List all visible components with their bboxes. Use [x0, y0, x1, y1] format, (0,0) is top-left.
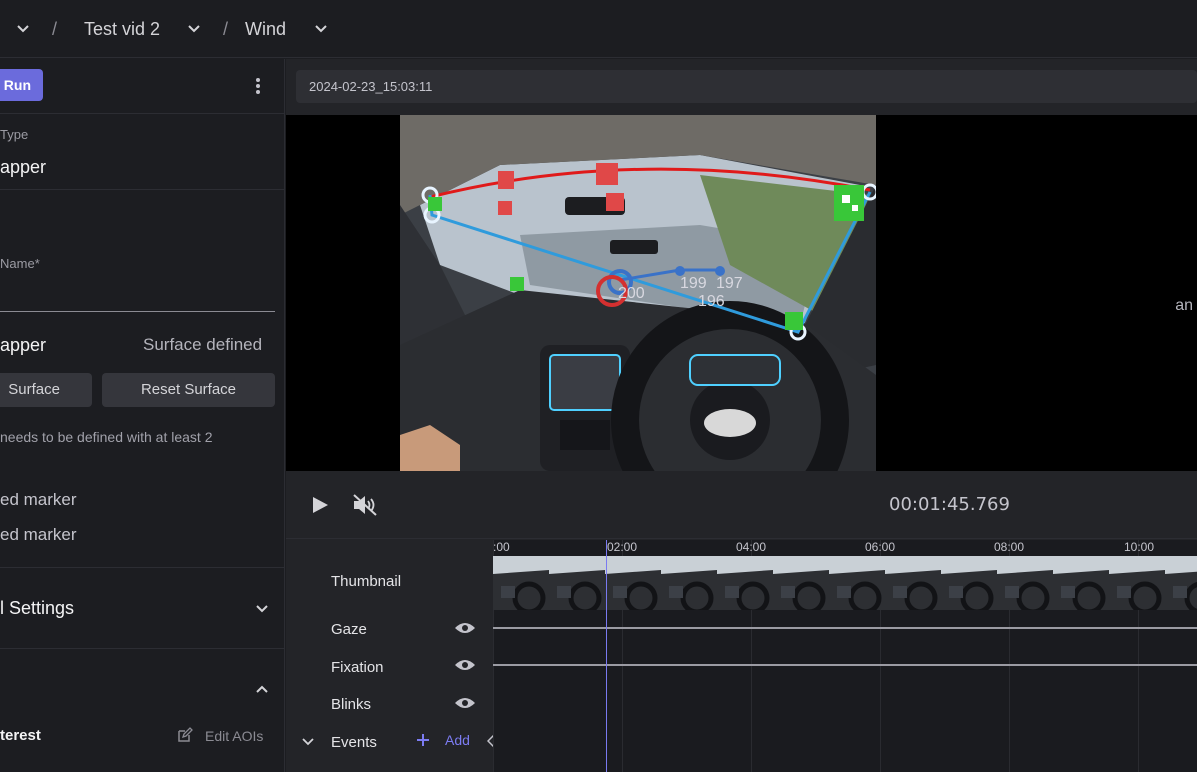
time-tick: 08:00 — [994, 540, 1025, 554]
timeline-area[interactable]: :00 02:00 04:00 06:00 08:00 10:00 — [493, 540, 1197, 772]
chevron-down-icon[interactable] — [302, 736, 314, 748]
thumbnail-frame — [661, 556, 717, 610]
chevron-down-icon[interactable] — [187, 22, 201, 36]
video-player[interactable]: 200 199 197 196 an — [286, 115, 1197, 471]
track-label-events: Events — [331, 734, 377, 751]
recording-timestamp: 2024-02-23_15:03:11 — [296, 70, 1197, 103]
timeline-tracks: Thumbnail Gaze Fixation Blinks Events Ad… — [286, 540, 1197, 772]
play-icon[interactable] — [310, 495, 330, 515]
edit-aois-button[interactable]: Edit AOIs — [205, 728, 263, 744]
fixation-id-label: 197 — [716, 275, 743, 292]
breadcrumb-item-enrichment[interactable]: Wind — [245, 19, 286, 40]
chevron-down-icon[interactable] — [314, 22, 328, 36]
reset-surface-button[interactable]: Reset Surface — [102, 373, 275, 407]
video-side-text: an — [1175, 297, 1193, 314]
thumbnail-frame — [549, 556, 605, 610]
divider — [0, 189, 285, 190]
divider — [0, 648, 285, 649]
thumbnail-frame — [773, 556, 829, 610]
fixation-id-label: 199 — [680, 275, 707, 292]
track-label-fixation: Fixation — [331, 659, 384, 676]
eye-icon[interactable] — [454, 621, 476, 635]
settings-section-title[interactable]: l Settings — [0, 598, 74, 619]
top-bar: / Test vid 2 / Wind — [0, 0, 1197, 58]
aoi-section-title: terest — [0, 727, 41, 744]
surface-status: Surface defined — [143, 335, 263, 354]
marker-line: ed marker — [0, 490, 77, 509]
thumbnail-frame — [885, 556, 941, 610]
time-tick: 04:00 — [736, 540, 767, 554]
thumbnail-frame — [1109, 556, 1165, 610]
time-tick: 02:00 — [607, 540, 638, 554]
fixation-id-label: 196 — [698, 293, 725, 310]
breadcrumb-separator: / — [52, 19, 58, 39]
mute-icon[interactable] — [352, 493, 378, 517]
type-label: Type — [0, 127, 29, 142]
time-tick: :00 — [493, 540, 510, 554]
enrichment-panel: Run Type apper Name* apper Surface defin… — [0, 59, 285, 772]
scene-video-frame: 200 199 197 196 — [400, 115, 876, 471]
breadcrumb-item-project[interactable]: Test vid 2 — [84, 19, 160, 40]
gaze-track-bar — [493, 627, 1197, 629]
breadcrumb-separator: / — [223, 19, 229, 39]
run-button[interactable]: Run — [0, 69, 43, 101]
plus-icon[interactable] — [416, 733, 430, 747]
eye-icon[interactable] — [454, 658, 476, 672]
thumbnail-frame — [605, 556, 661, 610]
edit-icon[interactable] — [177, 727, 193, 743]
eye-icon[interactable] — [454, 696, 476, 710]
chevron-down-icon[interactable] — [255, 602, 269, 616]
track-label-gaze: Gaze — [331, 621, 367, 638]
marker-line: ed marker — [0, 525, 77, 544]
thumbnail-frame — [1053, 556, 1109, 610]
add-event-button[interactable]: Add — [445, 732, 470, 748]
mapper-label: apper — [0, 335, 47, 355]
fixation-id-label: 200 — [618, 285, 645, 302]
chevron-down-icon[interactable] — [16, 22, 30, 36]
thumbnail-frame — [941, 556, 997, 610]
more-options-icon[interactable] — [249, 76, 267, 96]
divider — [0, 113, 285, 114]
surface-hint-text: needs to be defined with at least 2 — [0, 429, 213, 445]
time-tick: 06:00 — [865, 540, 896, 554]
chevron-up-icon[interactable] — [255, 682, 269, 696]
name-field-underline — [0, 311, 275, 312]
track-label-thumbnail: Thumbnail — [331, 573, 402, 590]
thumbnail-frame — [493, 556, 549, 610]
playback-controls: 00:01:45.769 — [286, 471, 1197, 539]
playhead[interactable] — [606, 540, 607, 772]
thumbnail-frame — [717, 556, 773, 610]
thumbnail-frame — [997, 556, 1053, 610]
track-label-blinks: Blinks — [331, 696, 372, 713]
divider — [0, 567, 285, 568]
playback-time: 00:01:45.769 — [889, 494, 1010, 515]
player-panel: 2024-02-23_15:03:11 200 199 197 196 an 0… — [286, 59, 1197, 772]
thumbnail-frame — [829, 556, 885, 610]
fixation-track-bar — [493, 664, 1197, 666]
define-surface-button[interactable]: Surface — [0, 373, 92, 407]
type-value: apper — [0, 157, 47, 177]
name-label: Name* — [0, 256, 40, 271]
thumbnail-frame — [1165, 556, 1197, 610]
time-tick: 10:00 — [1124, 540, 1155, 554]
